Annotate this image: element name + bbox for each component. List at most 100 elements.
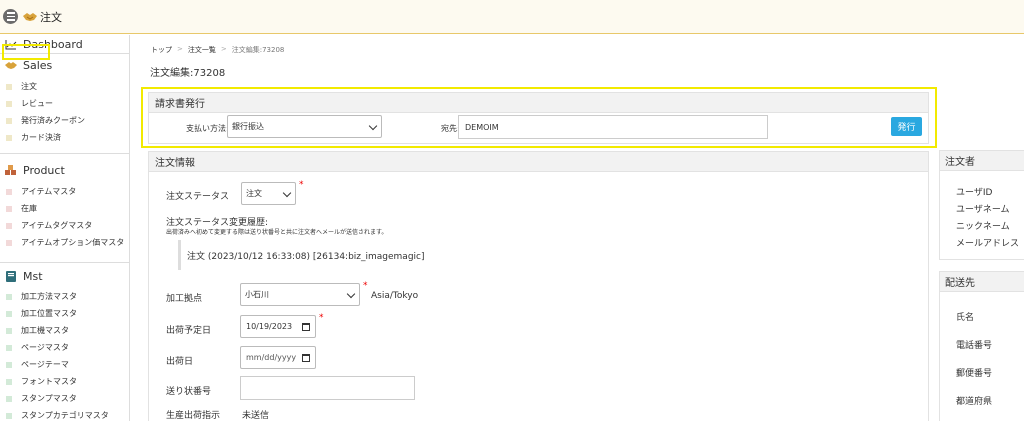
breadcrumb-order-list[interactable]: 注文一覧 bbox=[188, 45, 216, 55]
sidebar-sales-label: Sales bbox=[23, 59, 53, 72]
bullet bbox=[6, 100, 12, 107]
boxes-icon bbox=[5, 165, 16, 175]
sidebar-mst[interactable]: Mst bbox=[5, 270, 43, 283]
calendar-icon[interactable] bbox=[302, 354, 310, 362]
bullet bbox=[6, 117, 12, 124]
breadcrumb-current: 注文編集:73208 bbox=[231, 46, 285, 54]
sidebar-item-label: ページマスタ bbox=[21, 343, 69, 352]
chevron-down-icon bbox=[346, 289, 356, 299]
sidebar-sales[interactable]: Sales bbox=[5, 59, 52, 72]
page-title: 注文編集:73208 bbox=[150, 68, 226, 79]
sidebar-item-processing-machine-master[interactable]: 加工機マスタ bbox=[0, 325, 130, 336]
orderer-user-id-label: ユーザID bbox=[956, 188, 993, 198]
required-mark: * bbox=[319, 313, 324, 323]
required-mark: * bbox=[363, 281, 368, 291]
sidebar-item-order[interactable]: 注文 bbox=[0, 81, 130, 92]
sidebar-item-label: アイテムタグマスタ bbox=[21, 221, 93, 230]
bullet bbox=[6, 188, 12, 195]
sidebar-item-label: 注文 bbox=[21, 82, 37, 91]
sidebar-item-card-payment[interactable]: カード決済 bbox=[0, 132, 130, 143]
sidebar-product-label: Product bbox=[23, 164, 65, 177]
sidebar-item-label: アイテムマスタ bbox=[21, 187, 77, 196]
sidebar-item-font-master[interactable]: フォントマスタ bbox=[0, 376, 130, 387]
calendar-icon[interactable] bbox=[302, 323, 310, 331]
sidebar-item-label: スタンプマスタ bbox=[21, 394, 77, 403]
required-mark: * bbox=[299, 180, 304, 190]
bullet bbox=[6, 378, 12, 385]
divider bbox=[0, 153, 130, 154]
hamburger-menu-button[interactable] bbox=[3, 9, 18, 24]
sidebar-item-item-master[interactable]: アイテムマスタ bbox=[0, 186, 130, 197]
bullet bbox=[6, 327, 12, 334]
order-status-value: 注文 bbox=[246, 189, 262, 198]
sidebar-item-page-theme[interactable]: ページテーマ bbox=[0, 359, 130, 370]
order-status-label: 注文ステータス bbox=[166, 192, 230, 202]
active-item-highlight bbox=[2, 44, 50, 60]
sidebar-item-issued-coupon[interactable]: 発行済みクーポン bbox=[0, 115, 130, 126]
shipping-prefecture-label: 都道府県 bbox=[956, 397, 993, 407]
factory-select[interactable]: 小石川 bbox=[240, 283, 360, 306]
sidebar-item-label: アイテムオプション価マスタ bbox=[21, 238, 125, 247]
orderer-username-label: ユーザネーム bbox=[956, 205, 1010, 215]
shipping-phone-label: 電話番号 bbox=[956, 341, 993, 351]
bullet bbox=[6, 395, 12, 402]
sidebar-item-label: 在庫 bbox=[21, 204, 37, 213]
bullet bbox=[6, 310, 12, 317]
sidebar-item-stock[interactable]: 在庫 bbox=[0, 203, 130, 214]
divider bbox=[0, 262, 130, 263]
production-instruction-value: 未送信 bbox=[242, 411, 270, 421]
breadcrumb-top[interactable]: トップ bbox=[151, 45, 172, 55]
shipping-title: 配送先 bbox=[940, 272, 1024, 292]
sidebar-item-label: 発行済みクーポン bbox=[21, 116, 85, 125]
sidebar-item-label: 加工機マスタ bbox=[21, 326, 69, 335]
sidebar-item-label: 加工方法マスタ bbox=[21, 292, 77, 301]
bullet bbox=[6, 205, 12, 212]
sidebar-item-item-option-price-master[interactable]: アイテムオプション価マスタ bbox=[0, 237, 130, 248]
planned-ship-date-label: 出荷予定日 bbox=[166, 326, 212, 336]
breadcrumb-separator: > bbox=[220, 45, 227, 53]
planned-ship-date-input[interactable]: 10/19/2023 bbox=[240, 315, 316, 338]
app-title: 注文 bbox=[40, 10, 62, 24]
sidebar-mst-label: Mst bbox=[23, 270, 43, 283]
breadcrumb: トップ > 注文一覧 > 注文編集:73208 bbox=[151, 45, 284, 55]
bullet bbox=[6, 361, 12, 368]
sidebar-product[interactable]: Product bbox=[5, 164, 65, 177]
handshake-logo-icon bbox=[23, 12, 37, 21]
factory-value: 小石川 bbox=[245, 290, 269, 299]
sidebar-item-label: 加工位置マスタ bbox=[21, 309, 77, 318]
sidebar-item-page-master[interactable]: ページマスタ bbox=[0, 342, 130, 353]
status-history-note: 出荷済みへ初めて変更する際は送り状番号と共に注文者へメールが送信されます。 bbox=[166, 229, 388, 236]
top-header: 注文 bbox=[0, 0, 1024, 34]
bullet bbox=[6, 83, 12, 90]
sidebar-item-stamp-master[interactable]: スタンプマスタ bbox=[0, 393, 130, 404]
sidebar-item-processing-method-master[interactable]: 加工方法マスタ bbox=[0, 291, 130, 302]
breadcrumb-separator: > bbox=[177, 45, 183, 53]
order-status-select[interactable]: 注文 bbox=[241, 182, 296, 205]
planned-ship-date-value: 10/19/2023 bbox=[246, 322, 293, 331]
sidebar-item-review[interactable]: レビュー bbox=[0, 98, 130, 109]
orderer-nickname-label: ニックネーム bbox=[956, 222, 1010, 232]
timezone-text: Asia/Tokyo bbox=[371, 291, 419, 301]
shipping-name-label: 氏名 bbox=[956, 313, 975, 323]
production-instruction-label: 生産出荷指示 bbox=[166, 411, 221, 421]
tracking-number-input[interactable] bbox=[240, 376, 415, 400]
status-history-text: 注文 (2023/10/12 16:33:08) [26134:biz_imag… bbox=[187, 251, 425, 262]
orderer-email-label: メールアドレス bbox=[956, 239, 1020, 249]
sidebar-item-stamp-category-master[interactable]: スタンプカテゴリマスタ bbox=[0, 410, 130, 421]
sidebar-item-label: レビュー bbox=[21, 99, 53, 108]
sidebar-item-item-tag-master[interactable]: アイテムタグマスタ bbox=[0, 220, 130, 231]
status-history-entry: 注文 (2023/10/12 16:33:08) [26134:biz_imag… bbox=[178, 240, 428, 270]
sidebar-item-label: スタンプカテゴリマスタ bbox=[21, 411, 109, 420]
order-info-title: 注文情報 bbox=[149, 152, 928, 172]
bullet bbox=[6, 222, 12, 229]
sidebar-item-label: ページテーマ bbox=[21, 360, 69, 369]
shipping-postal-label: 郵便番号 bbox=[956, 369, 993, 379]
ship-date-input[interactable]: mm/dd/yyyy bbox=[240, 346, 316, 369]
bullet bbox=[6, 344, 12, 351]
sidebar-item-label: カード決済 bbox=[21, 133, 61, 142]
sidebar-item-label: フォントマスタ bbox=[21, 377, 77, 386]
sidebar-item-processing-position-master[interactable]: 加工位置マスタ bbox=[0, 308, 130, 319]
sidebar: Dashboard Sales 注文 レビュー 発行済みクーポン カード決済 P… bbox=[0, 35, 130, 421]
bullet bbox=[6, 239, 12, 246]
book-icon bbox=[6, 271, 16, 282]
